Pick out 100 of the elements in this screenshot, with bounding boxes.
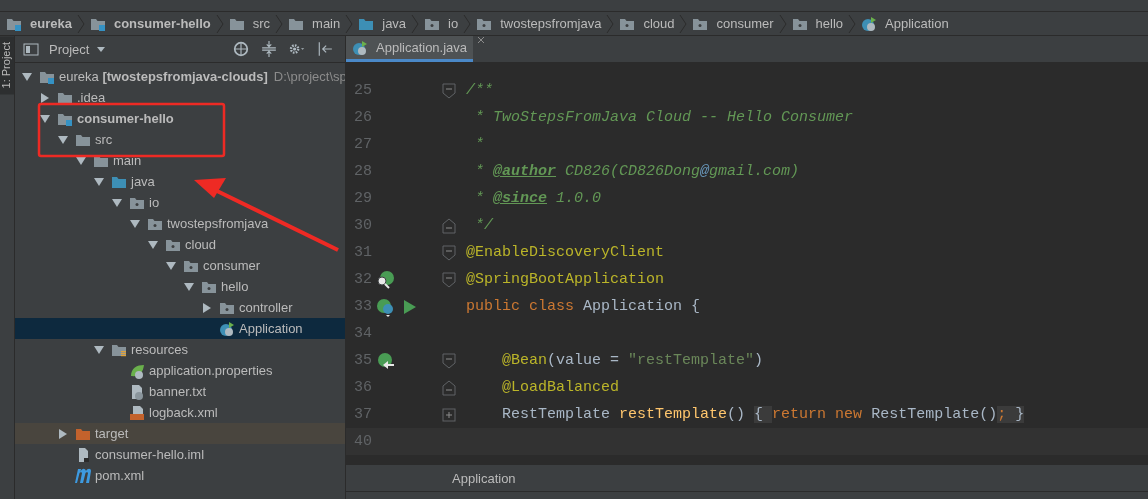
tree-item-label: controller bbox=[239, 300, 293, 315]
tree-item[interactable]: src bbox=[15, 129, 345, 150]
panel-icon bbox=[23, 41, 39, 57]
tree-item-label: pom.xml bbox=[95, 468, 145, 483]
tree-item-label: eureka [twostepsfromjava-clouds] bbox=[59, 69, 268, 84]
tree-item[interactable]: controller bbox=[15, 297, 345, 318]
code-line: @LoadBalanced bbox=[501, 379, 620, 396]
expanded-arrow-icon bbox=[129, 217, 141, 230]
breadcrumb-item[interactable]: src bbox=[252, 16, 271, 31]
breadcrumb-item[interactable]: twostepsfromjava bbox=[500, 16, 602, 31]
code-line: @EnableDiscoveryClient bbox=[466, 244, 665, 261]
code-line: * @since 1.0.0 bbox=[474, 190, 602, 207]
tree-item[interactable]: io bbox=[15, 192, 345, 213]
expanded-arrow-icon bbox=[93, 343, 105, 356]
tree-item[interactable]: Application bbox=[15, 318, 345, 339]
line-number: 36 bbox=[353, 379, 372, 396]
tree-item-label: consumer bbox=[203, 258, 261, 273]
bean-navigate-icon[interactable] bbox=[376, 350, 396, 371]
bean-search-icon[interactable] bbox=[376, 269, 396, 290]
breadcrumb-item[interactable]: Application bbox=[885, 16, 949, 31]
collapsed-arrow-icon bbox=[39, 91, 51, 104]
breadcrumb-item[interactable]: Application bbox=[452, 470, 516, 486]
breadcrumb-item[interactable]: consumer bbox=[716, 16, 774, 31]
line-number: 31 bbox=[353, 244, 372, 261]
tree-item[interactable]: consumer-hello.iml bbox=[15, 444, 345, 465]
breadcrumb-item[interactable]: java bbox=[382, 16, 407, 31]
tree-item[interactable]: .idea bbox=[15, 87, 345, 108]
fold-marker-icon[interactable] bbox=[442, 379, 456, 396]
breadcrumb-item[interactable]: io bbox=[448, 16, 459, 31]
breadcrumb-item[interactable]: hello bbox=[815, 16, 843, 31]
fold-marker-icon[interactable] bbox=[442, 352, 456, 369]
panel-title[interactable]: Project bbox=[49, 41, 90, 57]
fold-marker-icon[interactable] bbox=[442, 217, 456, 234]
editor-tab[interactable]: Application.java bbox=[346, 36, 474, 62]
tree-item[interactable]: target bbox=[15, 423, 345, 444]
code-line: */ bbox=[474, 217, 493, 234]
tree-item-label: application.properties bbox=[149, 363, 273, 378]
expanded-arrow-icon bbox=[75, 154, 87, 167]
text-file-icon bbox=[129, 383, 145, 400]
line-number: 30 bbox=[353, 217, 372, 234]
tree-item-label: banner.txt bbox=[149, 384, 207, 399]
tool-window-tab[interactable]: 1: Project bbox=[0, 36, 14, 95]
code-line: * TwoStepsFromJava Cloud -- Hello Consumer bbox=[474, 109, 854, 126]
expanded-arrow-icon bbox=[111, 196, 123, 209]
tree-item-label: hello bbox=[221, 279, 249, 294]
expanded-arrow-icon bbox=[147, 238, 159, 251]
tree-item[interactable]: logback.xml bbox=[15, 402, 345, 423]
collapsed-arrow-icon bbox=[201, 301, 213, 314]
tree-item[interactable]: application.properties bbox=[15, 360, 345, 381]
tree-item[interactable]: main bbox=[15, 150, 345, 171]
breadcrumb-item[interactable]: eureka bbox=[30, 16, 72, 31]
tree-item[interactable]: resources bbox=[15, 339, 345, 360]
tree-item-label: logback.xml bbox=[149, 405, 218, 420]
tree-item-label: resources bbox=[131, 342, 189, 357]
line-number: 29 bbox=[353, 190, 372, 207]
tree-item-label: twostepsfromjava bbox=[167, 216, 269, 231]
breadcrumb-item[interactable]: cloud bbox=[643, 16, 675, 31]
fold-marker-icon[interactable] bbox=[442, 82, 456, 99]
tree-item-label: io bbox=[149, 195, 160, 210]
line-number: 27 bbox=[353, 136, 372, 153]
tree-item-label: Application bbox=[239, 321, 303, 336]
tree-item[interactable]: consumer-hello bbox=[15, 108, 345, 129]
expanded-arrow-icon bbox=[21, 70, 33, 83]
tree-item[interactable]: cloud bbox=[15, 234, 345, 255]
line-number: 28 bbox=[353, 163, 372, 180]
tree-item-label: main bbox=[113, 153, 142, 168]
spring-leaf-icon bbox=[129, 362, 145, 379]
code-line: * bbox=[474, 136, 484, 153]
tree-item[interactable]: java bbox=[15, 171, 345, 192]
expanded-arrow-icon bbox=[39, 112, 51, 125]
settings-icon bbox=[289, 41, 305, 57]
collapse-icon bbox=[261, 41, 277, 57]
expanded-arrow-icon bbox=[93, 175, 105, 188]
xml-file-icon bbox=[129, 404, 145, 421]
breadcrumb-item[interactable]: consumer-hello bbox=[113, 16, 211, 31]
hide-panel-icon bbox=[317, 41, 333, 57]
breadcrumb-item[interactable]: main bbox=[312, 16, 341, 31]
line-number: 25 bbox=[353, 82, 372, 99]
line-number: 32 bbox=[353, 271, 372, 288]
code-line: RestTemplate restTemplate() { return new RestTemplate(); } bbox=[501, 406, 1025, 423]
close-icon[interactable] bbox=[477, 36, 486, 44]
tree-item[interactable]: twostepsfromjava bbox=[15, 213, 345, 234]
tree-item-label: consumer-hello bbox=[77, 111, 174, 126]
tree-item[interactable]: consumer bbox=[15, 255, 345, 276]
fold-marker-icon[interactable] bbox=[442, 271, 456, 288]
tree-item-label: target bbox=[95, 426, 129, 441]
line-number: 35 bbox=[353, 352, 372, 369]
spring-class-icon bbox=[861, 15, 877, 32]
expand-fold-icon[interactable] bbox=[442, 406, 456, 423]
tree-item[interactable]: banner.txt bbox=[15, 381, 345, 402]
tree-item-label: consumer-hello.iml bbox=[95, 447, 205, 462]
fold-marker-icon[interactable] bbox=[442, 244, 456, 261]
tree-item[interactable]: hello bbox=[15, 276, 345, 297]
collapsed-arrow-icon bbox=[57, 427, 69, 440]
bean-class-icon[interactable] bbox=[376, 296, 396, 317]
expanded-arrow-icon bbox=[57, 133, 69, 146]
tree-item-label: .idea bbox=[77, 90, 106, 105]
tree-item[interactable]: pom.xml bbox=[15, 465, 345, 486]
tree-item-label: java bbox=[131, 174, 155, 189]
expanded-arrow-icon bbox=[165, 259, 177, 272]
